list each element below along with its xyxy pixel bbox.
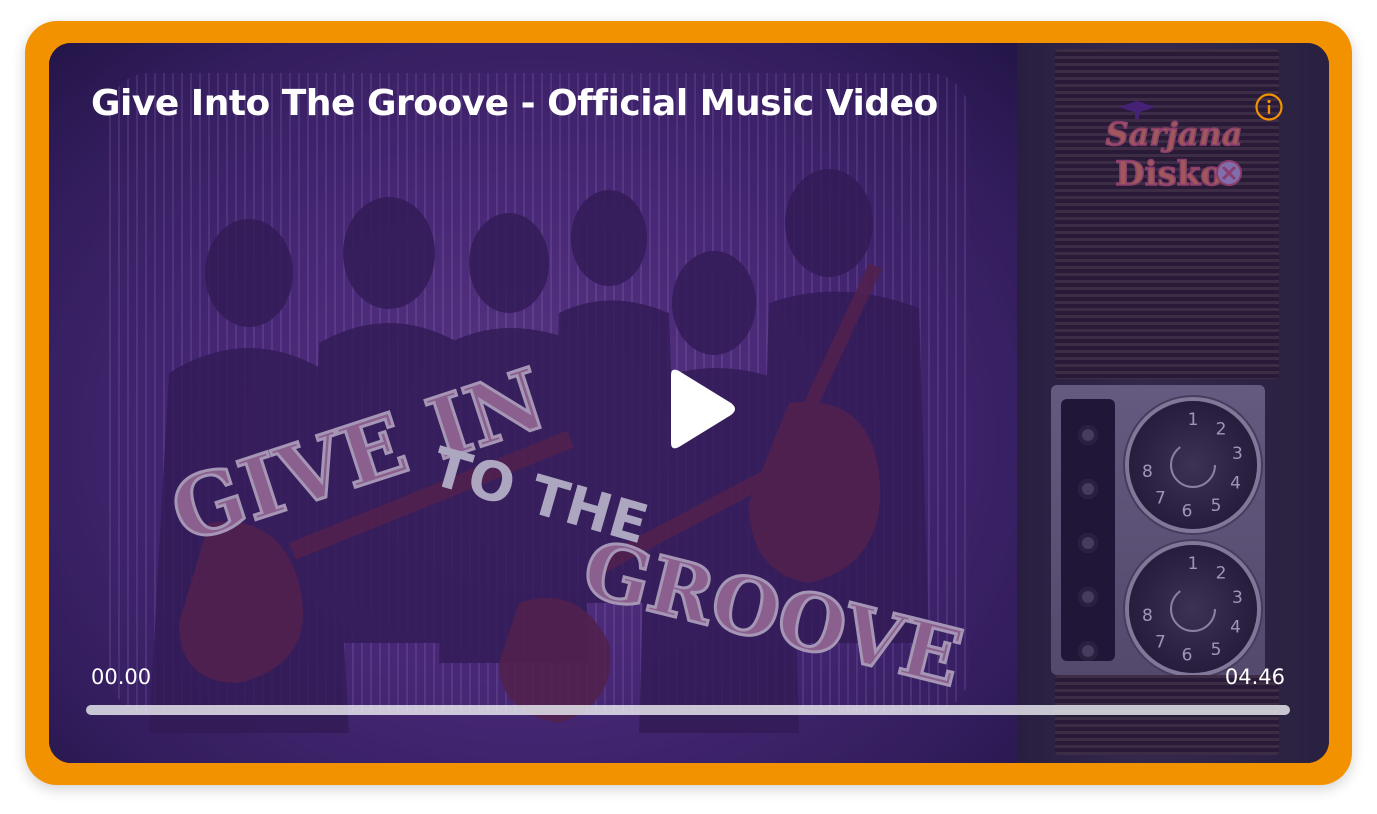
duration: 04.46: [1224, 665, 1285, 689]
progress-bar[interactable]: [86, 705, 1290, 715]
info-button[interactable]: [1255, 93, 1283, 121]
info-icon: [1255, 93, 1283, 121]
video-card: GIVE IN TO THE GROOVE 1 2 3 4 5 6 7 8 1 …: [25, 21, 1352, 785]
play-button[interactable]: [649, 361, 745, 457]
current-time: 00.00: [91, 665, 152, 689]
video-title: Give Into The Groove - Official Music Vi…: [91, 83, 938, 124]
video-player[interactable]: GIVE IN TO THE GROOVE 1 2 3 4 5 6 7 8 1 …: [49, 43, 1329, 763]
play-icon: [671, 369, 735, 449]
